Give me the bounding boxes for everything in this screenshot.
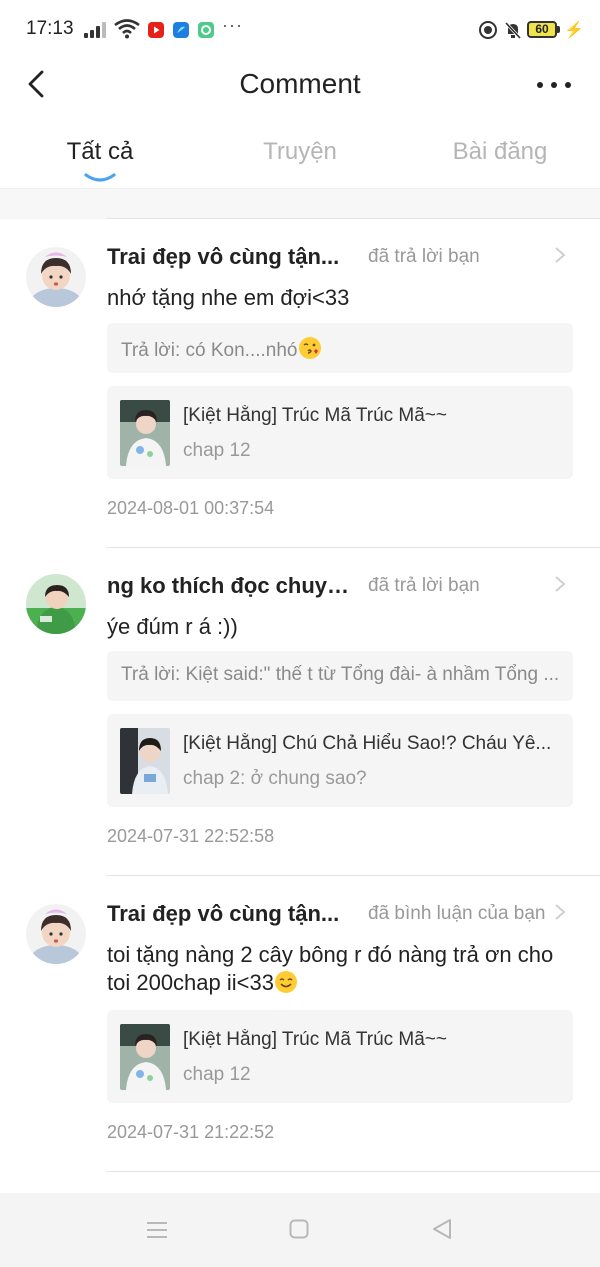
- reply-text: Trả lời: Kiệt said:" thế t từ Tổng đài- …: [121, 664, 560, 685]
- signal-icon: [84, 22, 108, 38]
- app-green-icon: [198, 22, 214, 38]
- bell-muted-icon: [504, 21, 522, 40]
- youtube-icon: [148, 22, 164, 38]
- comment-text: toi tặng nàng 2 cây bông r đó nàng trả ơ…: [107, 942, 554, 995]
- comment-username[interactable]: Trai đẹp vô cùng tận...: [107, 901, 339, 927]
- reply-quote[interactable]: Trả lời: Kiệt said:" thế t từ Tổng đài- …: [107, 651, 573, 701]
- header: Comment: [0, 60, 600, 110]
- story-chapter: chap 12: [183, 440, 251, 461]
- story-title: [Kiệt Hằng] Chú Chả Hiểu Sao!? Cháu Yê..…: [183, 733, 552, 754]
- comment-text: nhớ tặng nhe em đợi<33: [107, 285, 350, 310]
- comment-timestamp: 2024-07-31 21:22:52: [107, 1122, 275, 1142]
- story-chapter: chap 12: [183, 1064, 251, 1085]
- wifi-icon: [114, 19, 140, 39]
- more-options-button[interactable]: [534, 70, 574, 100]
- chevron-right-icon[interactable]: [553, 245, 567, 265]
- divider: [106, 1171, 600, 1172]
- reply-quote[interactable]: Trả lời: có Kon....nhó: [107, 323, 573, 373]
- reply-text: Trả lời: có Kon....nhó: [121, 340, 298, 361]
- comment-text-wrap: toi tặng nàng 2 cây bông r đó nàng trả ơ…: [107, 941, 577, 997]
- chevron-right-icon[interactable]: [553, 902, 567, 922]
- page-title: Comment: [239, 68, 361, 99]
- record-icon: [479, 21, 497, 39]
- status-time: 17:13: [26, 18, 74, 39]
- comment-item[interactable]: Trai đẹp vô cùng tận... đã trả lời bạn n…: [0, 219, 600, 547]
- more-notifications: ···: [222, 15, 243, 35]
- kissing-face-emoji: [298, 337, 321, 359]
- story-cover-image: [120, 728, 170, 794]
- battery-icon: 60: [527, 21, 557, 38]
- comment-text: ýe đúm r á :)): [107, 614, 238, 639]
- status-bar: 17:13 ··· 60 ⚡: [0, 0, 600, 60]
- story-chapter: chap 2: ở chung sao?: [183, 768, 367, 789]
- charging-icon: ⚡: [564, 22, 584, 39]
- tab-bar: Tất cả Truyện Bài đăng: [0, 130, 600, 189]
- story-cover-image: [120, 1024, 170, 1090]
- story-cover-image: [120, 400, 170, 466]
- back-triangle-icon[interactable]: [430, 1217, 454, 1241]
- comment-action: đã trả lời bạn: [368, 246, 480, 267]
- avatar[interactable]: [26, 904, 86, 964]
- app-blue-icon: [173, 22, 189, 38]
- avatar[interactable]: [26, 247, 86, 307]
- active-tab-indicator: [84, 173, 116, 182]
- comment-username[interactable]: ng ko thích đọc chuyệ...: [107, 573, 352, 599]
- home-square-icon[interactable]: [289, 1219, 309, 1239]
- comment-timestamp: 2024-07-31 22:52:58: [107, 826, 275, 846]
- story-card[interactable]: [Kiệt Hằng] Trúc Mã Trúc Mã~~ chap 12: [107, 1010, 573, 1103]
- battery-nub: [557, 26, 560, 33]
- comment-timestamp: 2024-08-01 00:37:54: [107, 498, 275, 518]
- story-title: [Kiệt Hằng] Trúc Mã Trúc Mã~~: [183, 405, 447, 426]
- comment-action: đã bình luận của bạn: [368, 903, 546, 924]
- tab-posts[interactable]: Bài đăng: [440, 138, 560, 166]
- smiling-face-emoji: [274, 971, 297, 993]
- story-card[interactable]: [Kiệt Hằng] Trúc Mã Trúc Mã~~ chap 12: [107, 386, 573, 479]
- reply-text-wrap: Trả lời: có Kon....nhó: [121, 336, 561, 362]
- comment-item[interactable]: Trai đẹp vô cùng tận... đã bình luận của…: [0, 876, 600, 1171]
- list-top-spacer: [0, 189, 600, 219]
- chevron-right-icon[interactable]: [553, 574, 567, 594]
- system-nav-bar: [0, 1193, 600, 1267]
- comment-item[interactable]: ng ko thích đọc chuyệ... đã trả lời bạn …: [0, 548, 600, 875]
- story-title: [Kiệt Hằng] Trúc Mã Trúc Mã~~: [183, 1029, 447, 1050]
- story-card[interactable]: [Kiệt Hằng] Chú Chả Hiểu Sao!? Cháu Yê..…: [107, 714, 573, 807]
- tab-stories[interactable]: Truyện: [250, 138, 350, 166]
- avatar[interactable]: [26, 574, 86, 634]
- comment-action: đã trả lời bạn: [368, 575, 480, 596]
- tab-all[interactable]: Tất cả: [50, 138, 150, 166]
- menu-icon[interactable]: [146, 1221, 168, 1239]
- comment-username[interactable]: Trai đẹp vô cùng tận...: [107, 244, 339, 270]
